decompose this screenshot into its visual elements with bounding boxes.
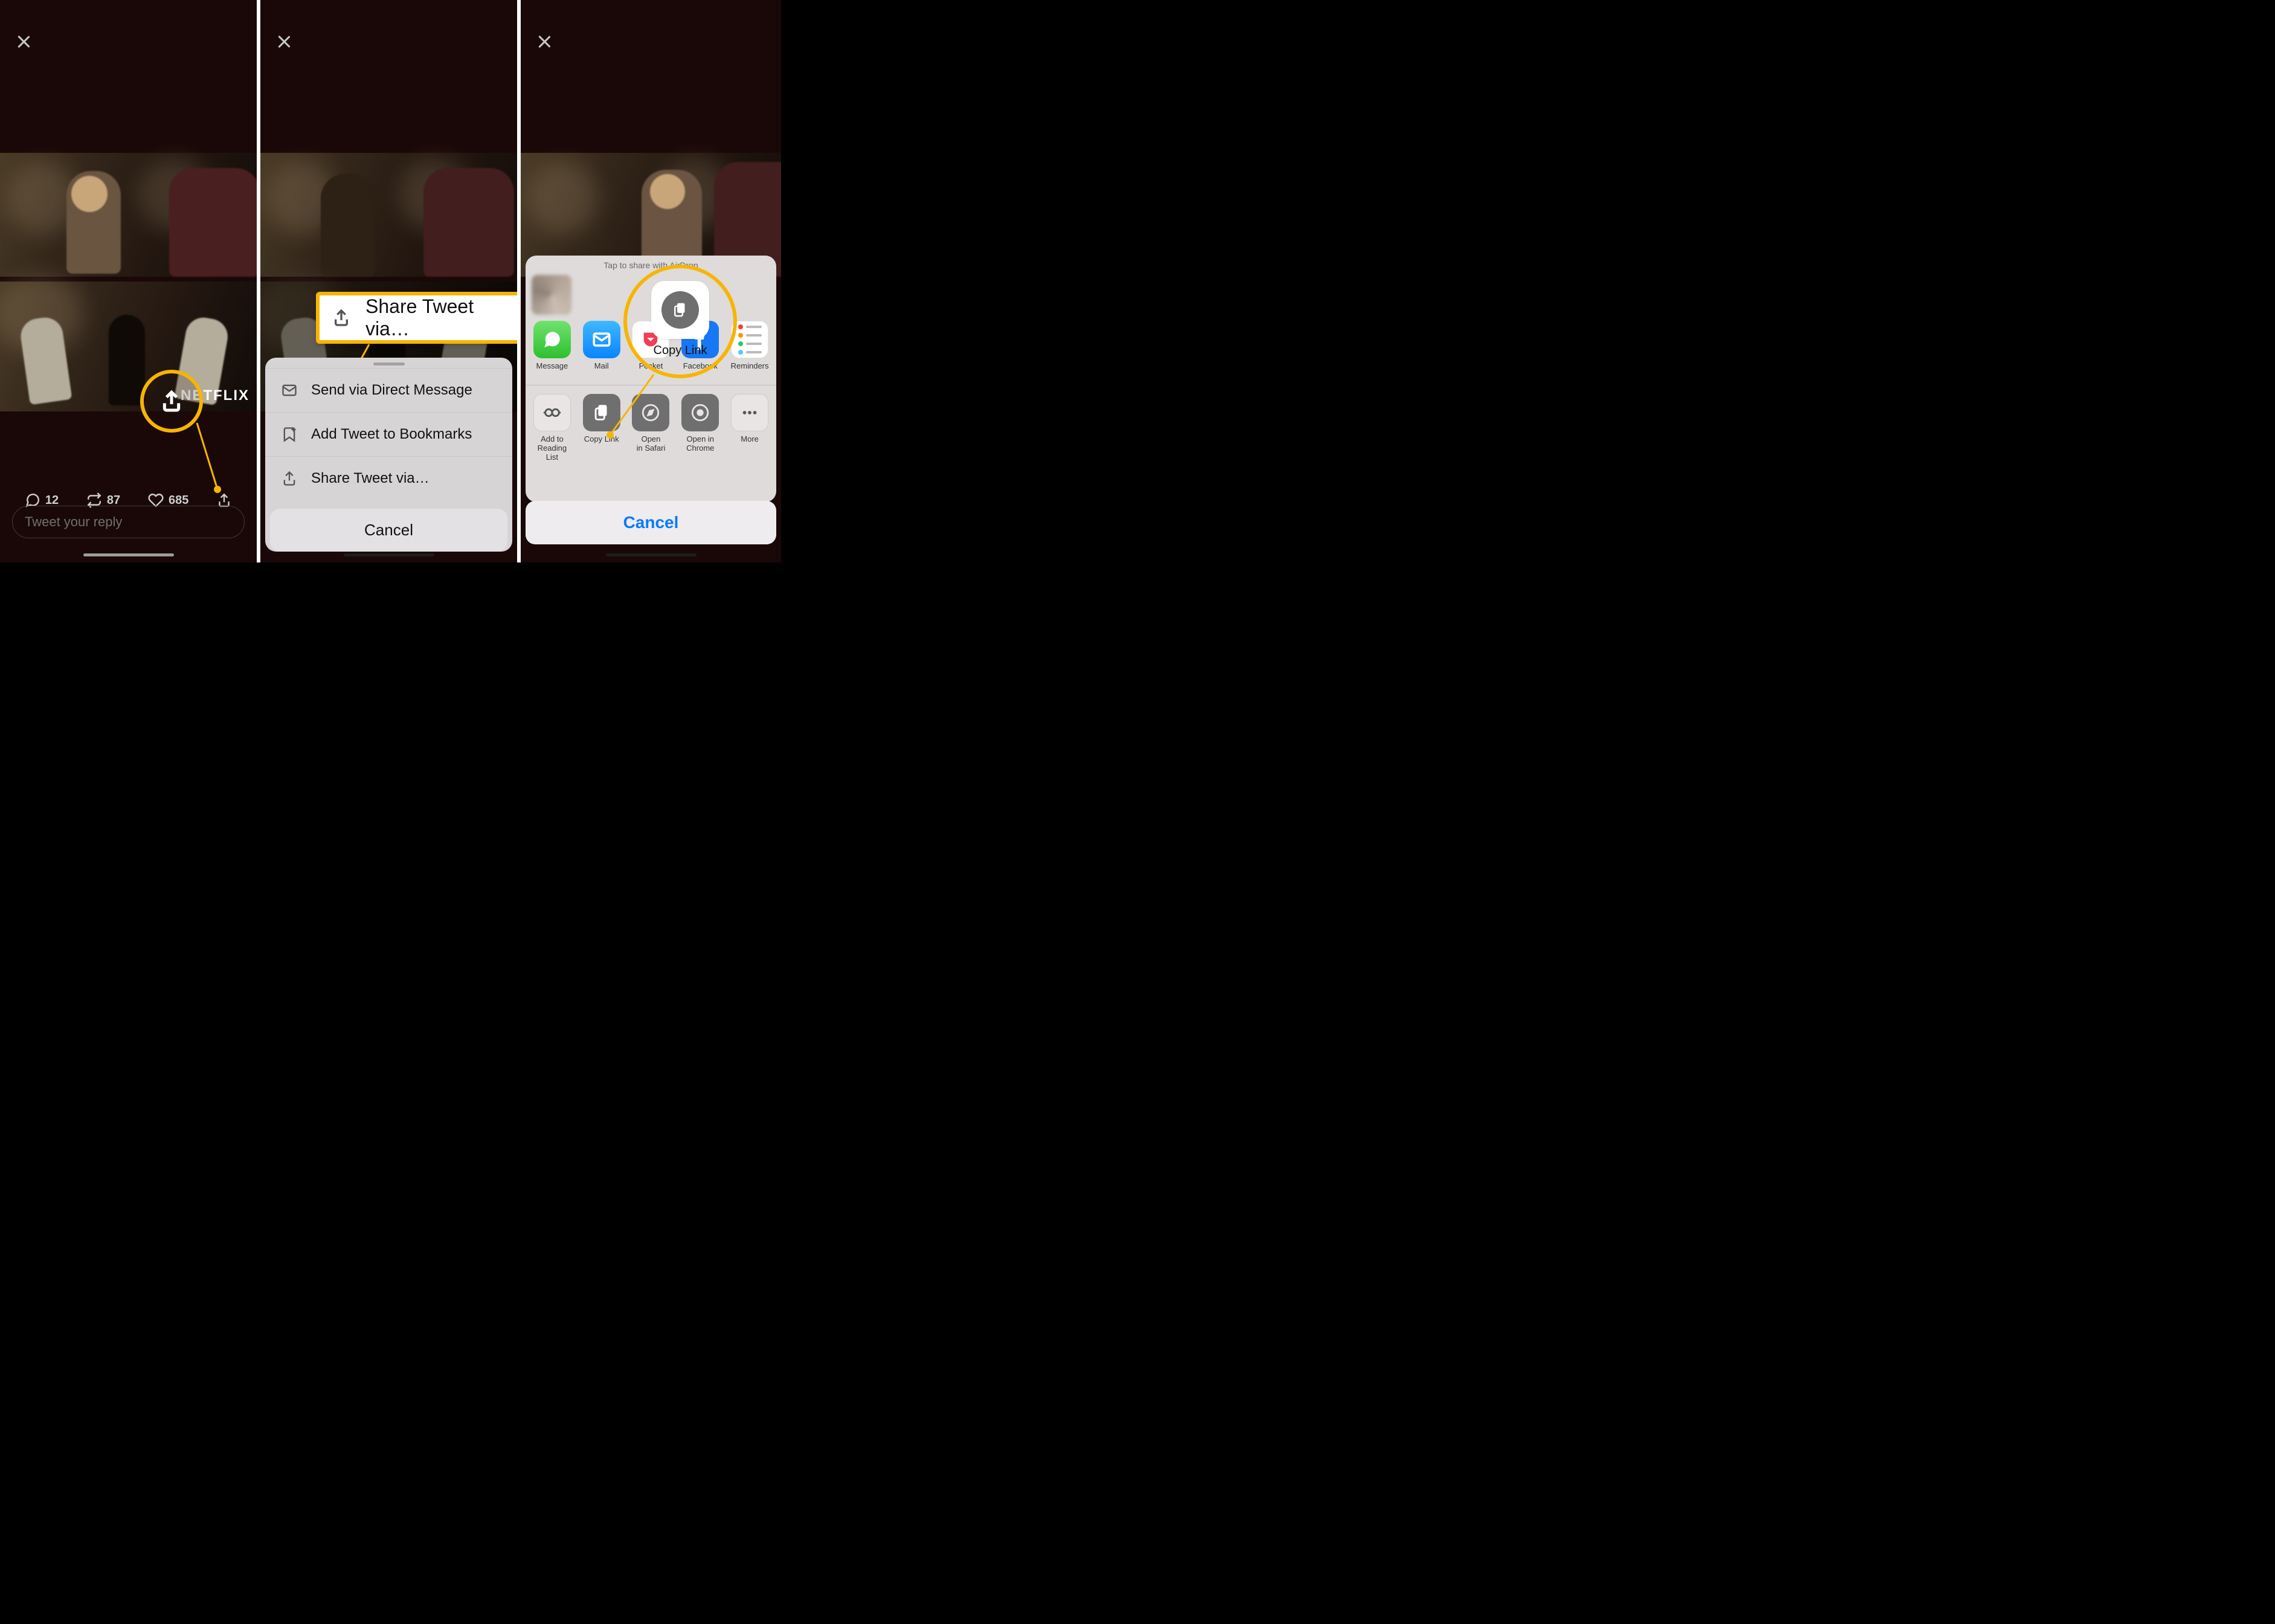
app-message[interactable]: Message (532, 321, 573, 379)
video-frame-upper (260, 153, 517, 277)
close-icon[interactable] (538, 35, 551, 48)
app-mail[interactable]: Mail (581, 321, 622, 379)
panel-tweet-media: NETFLIX 12 87 685 (0, 0, 260, 562)
action-copy-link[interactable]: Copy Link (581, 394, 622, 462)
menu-add-bookmark-label: Add Tweet to Bookmarks (311, 426, 472, 443)
menu-share-via-label: Share Tweet via… (311, 470, 430, 487)
highlight-copy-link-callout: Copy Link (640, 279, 720, 359)
action-more-label: More (741, 435, 759, 452)
action-copy-link-label: Copy Link (584, 435, 619, 452)
action-open-safari-label: Open in Safari (637, 435, 666, 453)
cancel-button[interactable]: Cancel (526, 501, 776, 544)
home-indicator (344, 553, 434, 556)
highlight-label: Share Tweet via… (365, 295, 506, 340)
menu-send-dm[interactable]: Send via Direct Message (265, 368, 512, 412)
home-indicator (83, 553, 174, 556)
video-frame-lower: NETFLIX (0, 282, 257, 411)
app-message-label: Message (536, 362, 568, 379)
share-actions-row: Add to Reading List Copy Link Open in Sa… (526, 385, 776, 468)
action-more[interactable]: More (729, 394, 770, 462)
airdrop-hint: Tap to share with AirDrop (526, 256, 776, 271)
bookmark-add-icon (281, 426, 298, 443)
highlight-ring-share-large (140, 370, 203, 433)
copy-icon (671, 301, 689, 319)
highlight-dot-3 (607, 431, 614, 439)
airdrop-contact-avatar[interactable] (532, 275, 571, 315)
panel-share-menu: Share Tweet via… Send via Direct Message… (260, 0, 521, 562)
reply-placeholder: Tweet your reply (25, 514, 122, 530)
close-icon[interactable] (277, 35, 291, 48)
action-open-chrome[interactable]: Open in Chrome (680, 394, 721, 462)
app-mail-label: Mail (594, 362, 609, 379)
action-reading-list-label: Add to Reading List (532, 435, 573, 462)
share-icon (332, 307, 351, 329)
app-reminders-label: Reminders (731, 362, 769, 379)
menu-add-bookmark[interactable]: Add Tweet to Bookmarks (265, 412, 512, 456)
action-open-safari[interactable]: Open in Safari (631, 394, 672, 462)
cancel-button-label: Cancel (364, 521, 413, 539)
share-icon (281, 470, 298, 487)
cancel-button-label: Cancel (623, 513, 679, 532)
reply-input[interactable]: Tweet your reply (12, 506, 245, 538)
highlight-share-tweet-via: Share Tweet via… (316, 292, 521, 344)
action-reading-list[interactable]: Add to Reading List (532, 394, 573, 462)
share-icon (159, 389, 184, 413)
highlight-copy-link-label: Copy Link (654, 344, 707, 358)
action-open-chrome-label: Open in Chrome (686, 435, 714, 453)
sheet-drag-handle[interactable] (373, 362, 405, 366)
video-frame-upper (0, 153, 257, 277)
cancel-button[interactable]: Cancel (270, 509, 507, 552)
panel-ios-share-sheet: Tap to share with AirDrop Message Mail P… (521, 0, 781, 562)
menu-share-via[interactable]: Share Tweet via… (265, 456, 512, 500)
close-icon[interactable] (17, 35, 30, 48)
menu-send-dm-label: Send via Direct Message (311, 382, 472, 399)
tweet-action-sheet: Send via Direct Message Add Tweet to Boo… (265, 358, 512, 552)
envelope-icon (281, 382, 298, 399)
home-indicator (606, 553, 697, 556)
